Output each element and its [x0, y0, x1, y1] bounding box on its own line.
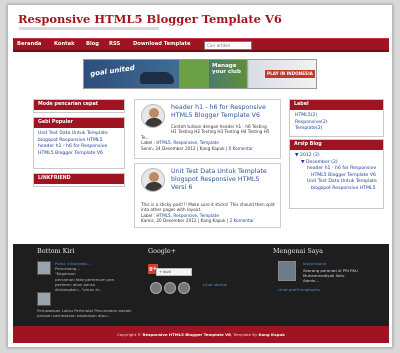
full-profile-link[interactable]: Lihat profil lengkapku	[278, 287, 320, 292]
post-labels[interactable]: HTML5, Responsive, Template	[156, 213, 219, 218]
avatar-face-shape	[149, 108, 159, 118]
footer-title: Mengenai Saya	[273, 247, 323, 255]
follow-button[interactable]: + Ikuti	[156, 268, 192, 276]
footer-title: Google+	[148, 247, 177, 255]
advertisement-banner[interactable]: goal united Manage your club PLAY IN IND…	[83, 59, 317, 89]
widget-linkfriend: LINKFRIEND	[33, 173, 125, 187]
footer-thumbnail[interactable]	[37, 292, 51, 306]
widget-title: Label	[290, 100, 383, 110]
post-card: Unit Test Data Untuk Template blogspot R…	[134, 163, 281, 228]
nav-item-beranda[interactable]: Beranda	[17, 41, 41, 47]
banner-cta-button[interactable]: PLAY IN INDONESIA	[265, 70, 315, 78]
nav-item-blog[interactable]: Blog	[86, 41, 99, 47]
widget-quick-search: Mode pencarian cepat	[33, 99, 125, 113]
label-link[interactable]: Template(2)	[295, 126, 378, 133]
widget-title: Gabi Populer	[34, 118, 124, 128]
popular-post-link[interactable]: Unit Test Data Untuk Template	[38, 131, 120, 138]
post-excerpt: This is a sticky post!!! Make sure it st…	[141, 202, 275, 224]
profile-photo[interactable]	[278, 261, 296, 281]
archive-entry[interactable]: blogspot Responsive HTML5	[295, 186, 378, 193]
main-navigation: Beranda Kontak Blog RSS Download Templat…	[13, 38, 389, 52]
banner-logo: goal united	[89, 63, 136, 79]
footer-title: Bottom Kiri	[37, 247, 75, 255]
footer-text: Pernawasan Laksu Pertmalat Pencaradan ad…	[37, 308, 132, 319]
profile-about: Seorang peranati di PRI PKU Muhammadiyah…	[303, 268, 358, 284]
author-avatar[interactable]	[141, 168, 165, 192]
post-labels[interactable]: HTML5, Responsive, Template	[156, 140, 219, 145]
post-title[interactable]: header h1 - h6 for Responsive HTML5 Blog…	[171, 104, 279, 120]
copyright-bar: Copyright © Responsive HTML5 Blogger Tem…	[13, 326, 389, 343]
widget-title: Arsip Blog	[290, 140, 383, 150]
avatar-face-shape	[149, 172, 159, 182]
avatar-body-shape	[145, 182, 163, 191]
footer-thumbnail[interactable]	[37, 261, 51, 275]
post-excerpt: Contoh tulisan dengan header h1 - h6 Tes…	[141, 124, 270, 151]
post-title[interactable]: Unit Test Data Untuk Template blogspot R…	[171, 168, 279, 192]
page-frame: Responsive HTML5 Blogger Template V6 Ber…	[7, 4, 393, 348]
nav-item-download-template[interactable]: Download Template	[133, 41, 190, 47]
footer-text: Polisi: Inisialisasi... Pencanang... "Ke…	[55, 261, 115, 293]
footer: Bottom Kiri Polisi: Inisialisasi... Penc…	[13, 244, 389, 326]
copyright-theme-link[interactable]: Responsive HTML5 Blogger Template V6	[143, 332, 231, 337]
see-all-link[interactable]: Lihat semua	[203, 282, 227, 287]
post-card: header h1 - h6 for Responsive HTML5 Blog…	[134, 99, 281, 159]
search-input[interactable]	[204, 41, 252, 50]
widget-labels: Label HTML5(2) Responsive(2) Template(2)	[289, 99, 384, 137]
archive-entry[interactable]: Unit Test Data Untuk Template	[295, 179, 378, 186]
archive-entry[interactable]: header h1 - h6 for Responsive	[295, 166, 378, 173]
follower-avatar[interactable]	[178, 282, 190, 294]
widget-popular-posts: Gabi Populer Unit Test Data Untuk Templa…	[33, 117, 125, 169]
widget-title: LINKFRIEND	[34, 174, 124, 184]
widget-blog-archive: Arsip Blog ▼ 2012 (2) ▼ Desember (2) hea…	[289, 139, 384, 209]
site-description-bar	[19, 27, 159, 30]
widget-title: Mode pencarian cepat	[34, 100, 124, 110]
nav-item-kontak[interactable]: Kontak	[54, 41, 75, 47]
comments-link[interactable]: 2 Komentar	[230, 218, 254, 223]
nav-item-rss[interactable]: RSS	[109, 41, 120, 47]
popular-post-link[interactable]: HTML5 Blogger Template V6	[38, 151, 120, 158]
profile-name[interactable]: Kang Kapuk	[303, 261, 326, 266]
banner-car-image	[140, 72, 174, 84]
comments-link[interactable]: 0 Komentar	[229, 146, 253, 151]
follower-avatar[interactable]	[164, 282, 176, 294]
copyright-author-link[interactable]: Kang Kapuk	[259, 332, 285, 337]
banner-tagline: Manage your club	[212, 63, 241, 75]
follower-avatar[interactable]	[150, 282, 162, 294]
banner-pitch-image	[179, 60, 209, 88]
site-title[interactable]: Responsive HTML5 Blogger Template V6	[18, 12, 282, 26]
